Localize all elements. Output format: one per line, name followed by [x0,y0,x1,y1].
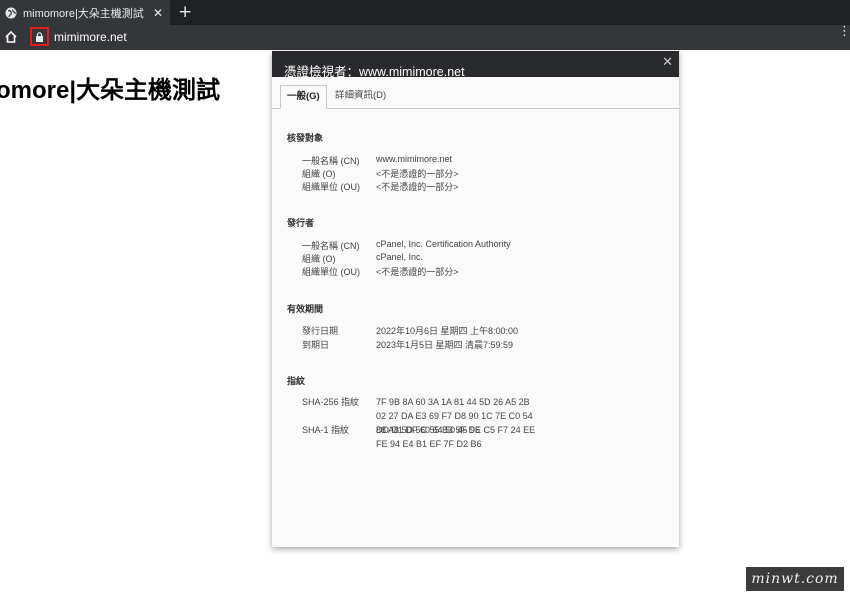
field-label: 一般名稱 (CN) [302,241,360,251]
issuer-cn-row: 一般名稱 (CN) cPanel, Inc. Certification Aut… [302,239,511,252]
field-label: SHA-256 指紋 [302,397,360,407]
validity-expires-row: 到期日 2023年1月5日 星期四 清晨7:59:59 [302,338,513,351]
new-tab-button[interactable]: + [178,3,192,21]
section-issuer-title: 發行者 [287,218,315,228]
watermark-logo: minwt.com [746,567,844,591]
field-label: 發行日期 [302,326,339,336]
field-value: <不是憑證的一部分> [376,169,459,179]
browser-menu-icon[interactable]: ⋮ [838,25,850,38]
fingerprint-sha1-row: SHA-1 指紋 DD D1 DF 60 64 50 45 9E C5 F7 2… [302,423,535,453]
field-value: <不是憑證的一部分> [376,267,459,277]
tab-title: mimomore|大朵主機測試 [23,7,144,20]
field-label: 到期日 [302,340,330,350]
issuer-ou-row: 組織單位 (OU) <不是憑證的一部分> [302,265,459,278]
browser-toolbar: mimimore.net ⋮ [0,25,850,50]
field-value: www.mimimore.net [376,154,453,164]
section-fingerprints-title: 指紋 [287,376,306,386]
section-subject-title: 核發對象 [287,133,324,143]
field-label: 組織單位 (OU) [302,182,360,192]
field-label: 組織 (O) [302,254,336,264]
site-info-button[interactable] [30,27,49,46]
subject-o-row: 組織 (O) <不是憑證的一部分> [302,167,459,180]
section-validity-title: 有效期間 [287,304,324,314]
field-value: 2022年10月6日 星期四 上午8:00:00 [376,326,519,336]
dialog-close-icon[interactable]: ✕ [662,54,673,70]
field-value: DD D1 DF 60 64 50 45 9E C5 F7 24 EE FE 9… [376,425,536,449]
validity-issued-row: 發行日期 2022年10月6日 星期四 上午8:00:00 [302,324,518,337]
dialog-tabs: 一般(G) 詳細資訊(D) [272,77,679,109]
certificate-viewer-dialog: 憑證檢視者：www.mimimore.net ✕ 一般(G) 詳細資訊(D) 核… [272,51,679,547]
globe-icon [5,7,17,18]
tab-details[interactable]: 詳細資訊(D) [335,85,386,107]
field-label: 組織 (O) [302,169,336,179]
field-value: cPanel, Inc. Certification Authority [376,239,511,249]
field-label: 組織單位 (OU) [302,267,360,277]
field-value: cPanel, Inc. [376,252,424,262]
lock-icon [36,31,43,42]
fingerprint-sha256-row: SHA-256 指紋 7F 9B 8A 60 3A 1A 81 44 5D 26… [302,395,533,435]
browser-tab-strip: mimomore|大朵主機測試 ✕ + [0,0,850,25]
browser-tab[interactable]: mimomore|大朵主機測試 ✕ [0,0,170,25]
address-bar[interactable]: mimimore.net [54,30,127,44]
subject-ou-row: 組織單位 (OU) <不是憑證的一部分> [302,180,459,193]
dialog-header: 憑證檢視者：www.mimimore.net ✕ [272,51,679,79]
tab-close-icon[interactable]: ✕ [150,6,166,20]
page-title: omore|大朵主機測試 [0,77,221,104]
issuer-o-row: 組織 (O) cPanel, Inc. [302,252,423,265]
field-value: <不是憑證的一部分> [376,182,459,192]
home-icon[interactable] [4,30,18,44]
tab-general[interactable]: 一般(G) [280,85,327,109]
subject-cn-row: 一般名稱 (CN) www.mimimore.net [302,154,452,167]
field-value: 2023年1月5日 星期四 清晨7:59:59 [376,340,514,350]
field-label: SHA-1 指紋 [302,425,350,435]
field-label: 一般名稱 (CN) [302,156,360,166]
